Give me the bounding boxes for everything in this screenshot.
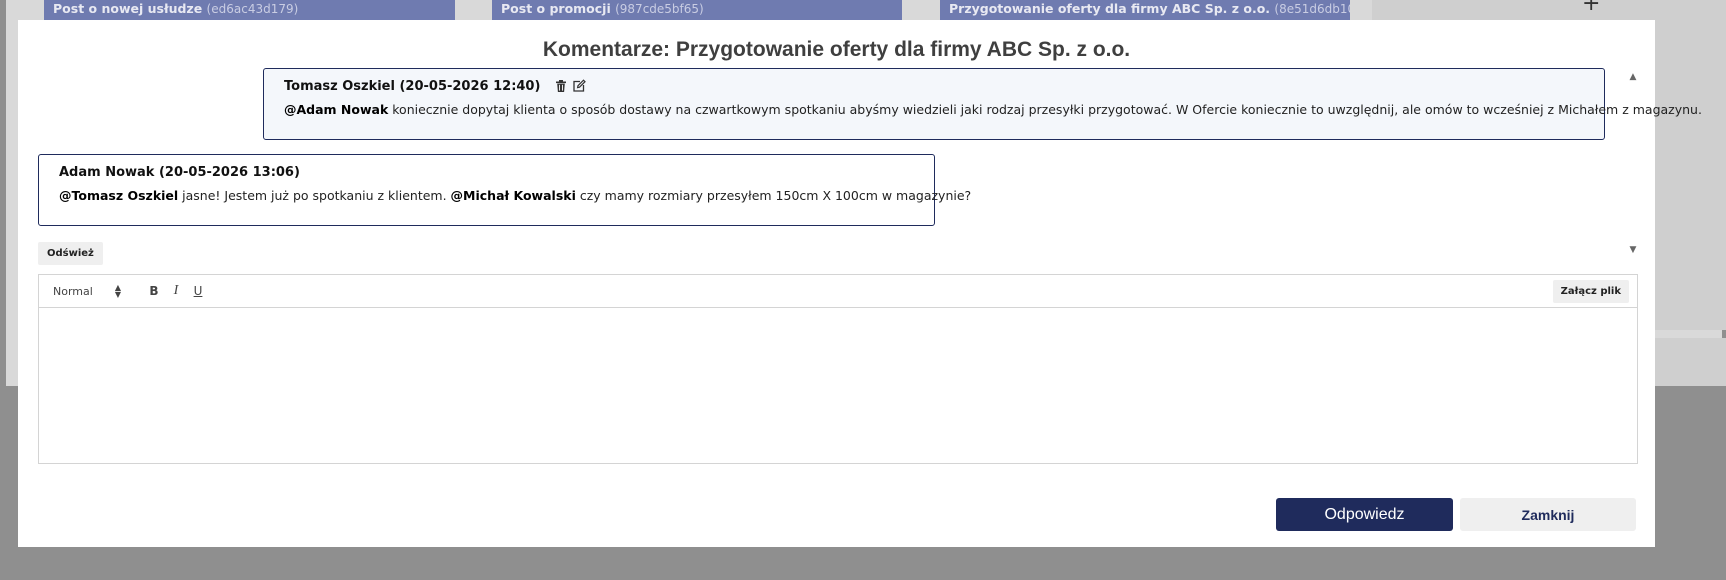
column-id: (987cde5bf65) [615, 2, 704, 16]
close-button[interactable]: Zamknij [1460, 498, 1636, 531]
comment-text-part: czy mamy rozmiary przesyłem 150cm X 100c… [575, 188, 972, 203]
comment-actions [554, 79, 587, 93]
italic-button[interactable]: I [169, 283, 183, 299]
board-column-header: Post o promocji (987cde5bf65) [492, 0, 902, 20]
edit-icon[interactable] [572, 79, 587, 93]
reply-button[interactable]: Odpowiedz [1276, 498, 1453, 531]
select-arrows-icon: ▲ ▼ [114, 283, 121, 299]
comment-mention[interactable]: @Michał Kowalski [451, 188, 576, 203]
comment-text-part: jasne! Jestem już po spotkaniu z kliente… [178, 188, 451, 203]
underline-button[interactable]: U [191, 284, 205, 298]
editor-toolbar: Normal ▲ ▼ B I U Załącz plik [39, 275, 1637, 308]
comment-mention[interactable]: @Adam Nowak [284, 102, 388, 117]
comment-header: Tomasz Oszkiel (20-05-2026 12:40) [284, 77, 1584, 95]
attach-file-button[interactable]: Załącz plik [1552, 280, 1629, 303]
comment-header: Adam Nowak (20-05-2026 13:06) [59, 163, 914, 181]
comment-text: @Adam Nowak koniecznie dopytaj klienta o… [284, 102, 1702, 117]
comment-item: Adam Nowak (20-05-2026 13:06) @Tomasz Os… [38, 154, 971, 226]
scroll-up-arrow-icon[interactable]: ▲ [1626, 72, 1640, 84]
add-column-icon: + [1582, 0, 1601, 16]
format-select[interactable]: Normal ▲ ▼ [53, 283, 121, 299]
scroll-down-arrow-icon[interactable]: ▼ [1626, 245, 1640, 257]
format-select-value: Normal [53, 284, 93, 298]
reply-text-area[interactable] [39, 308, 1637, 463]
comment-mention[interactable]: @Tomasz Oszkiel [59, 188, 178, 203]
comment-author: Adam Nowak (20-05-2026 13:06) [59, 164, 300, 180]
bold-button[interactable]: B [147, 284, 161, 298]
comments-thread[interactable]: Tomasz Oszkiel (20-05-2026 12:40) @Adam … [18, 67, 1702, 257]
column-title: Przygotowanie oferty dla firmy ABC Sp. z… [949, 1, 1271, 16]
column-id: (8e51d6db10b) [1274, 2, 1350, 16]
comment-text: @Tomasz Oszkiel jasne! Jestem już po spo… [59, 188, 971, 203]
modal-title: Komentarze: Przygotowanie oferty dla fir… [542, 38, 1131, 61]
comment-author: Tomasz Oszkiel (20-05-2026 12:40) [284, 78, 541, 94]
column-title: Post o promocji [501, 1, 611, 16]
comments-modal: Komentarze: Przygotowanie oferty dla fir… [18, 20, 1702, 547]
refresh-button[interactable]: Odśwież [38, 242, 103, 265]
comment-item: Tomasz Oszkiel (20-05-2026 12:40) @Adam … [263, 68, 1702, 140]
comment-text-part: koniecznie dopytaj klienta o sposób dost… [388, 102, 1702, 117]
board-column-header: Post o nowej usłudze (ed6ac43d179) [44, 0, 455, 20]
reply-editor: Normal ▲ ▼ B I U Załącz plik [38, 274, 1638, 464]
column-id: (ed6ac43d179) [206, 2, 299, 16]
column-title: Post o nowej usłudze [53, 1, 203, 16]
board-column-header: Przygotowanie oferty dla firmy ABC Sp. z… [940, 0, 1350, 20]
trash-icon[interactable] [554, 79, 568, 93]
